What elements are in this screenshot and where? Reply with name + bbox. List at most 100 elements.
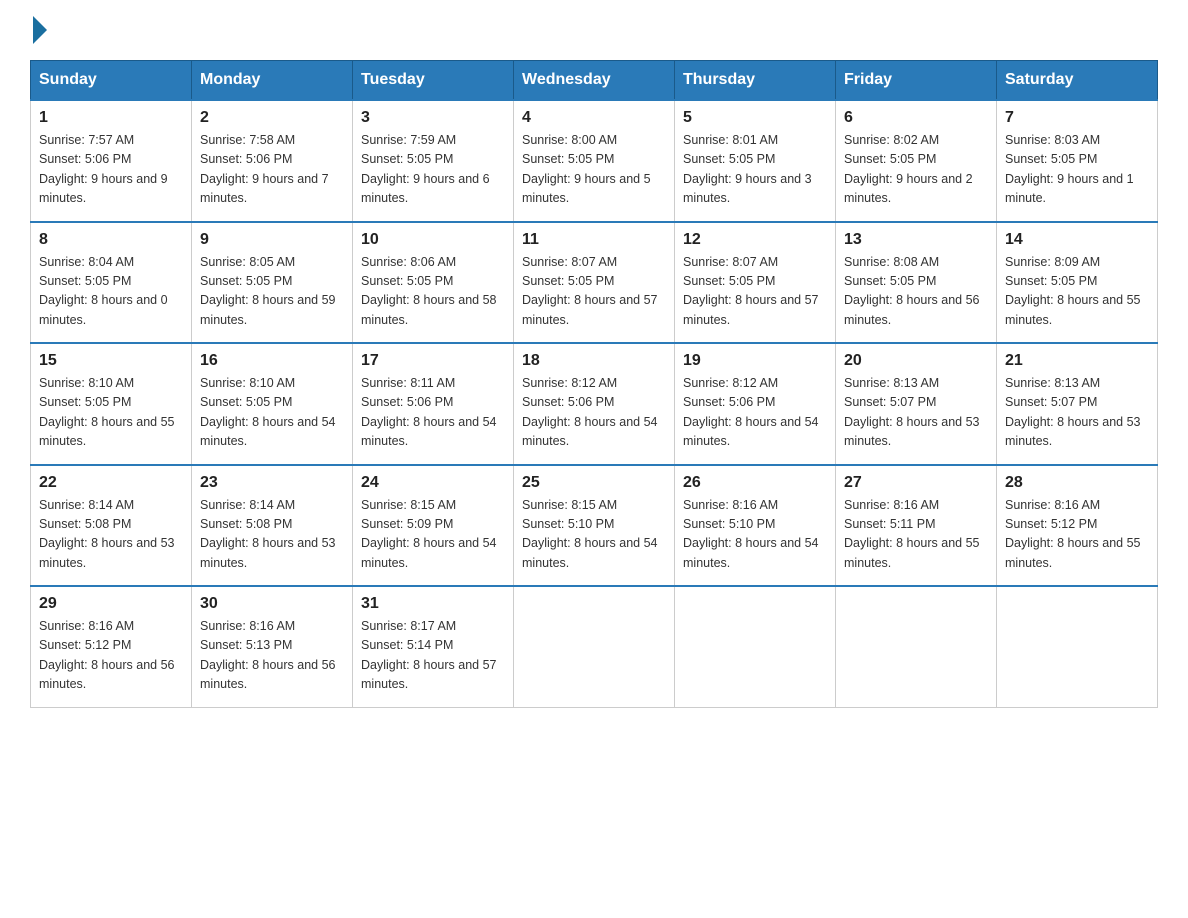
calendar-cell: 19 Sunrise: 8:12 AMSunset: 5:06 PMDaylig… <box>675 343 836 465</box>
logo-arrow-icon <box>33 16 47 44</box>
day-info: Sunrise: 8:07 AMSunset: 5:05 PMDaylight:… <box>522 255 658 327</box>
day-info: Sunrise: 8:03 AMSunset: 5:05 PMDaylight:… <box>1005 133 1134 205</box>
calendar-table: SundayMondayTuesdayWednesdayThursdayFrid… <box>30 60 1158 708</box>
day-number: 1 <box>39 109 183 127</box>
day-number: 24 <box>361 474 505 492</box>
day-number: 12 <box>683 231 827 249</box>
calendar-cell: 9 Sunrise: 8:05 AMSunset: 5:05 PMDayligh… <box>192 222 353 344</box>
calendar-cell: 15 Sunrise: 8:10 AMSunset: 5:05 PMDaylig… <box>31 343 192 465</box>
day-info: Sunrise: 8:15 AMSunset: 5:09 PMDaylight:… <box>361 498 497 570</box>
calendar-cell: 31 Sunrise: 8:17 AMSunset: 5:14 PMDaylig… <box>353 586 514 707</box>
day-number: 22 <box>39 474 183 492</box>
day-of-week-header: Sunday <box>31 61 192 101</box>
calendar-cell: 24 Sunrise: 8:15 AMSunset: 5:09 PMDaylig… <box>353 465 514 587</box>
calendar-week-row: 22 Sunrise: 8:14 AMSunset: 5:08 PMDaylig… <box>31 465 1158 587</box>
day-info: Sunrise: 8:02 AMSunset: 5:05 PMDaylight:… <box>844 133 973 205</box>
day-info: Sunrise: 8:17 AMSunset: 5:14 PMDaylight:… <box>361 619 497 691</box>
day-info: Sunrise: 8:08 AMSunset: 5:05 PMDaylight:… <box>844 255 980 327</box>
day-number: 10 <box>361 231 505 249</box>
day-info: Sunrise: 8:04 AMSunset: 5:05 PMDaylight:… <box>39 255 168 327</box>
calendar-cell <box>675 586 836 707</box>
day-number: 7 <box>1005 109 1149 127</box>
day-number: 15 <box>39 352 183 370</box>
calendar-cell: 3 Sunrise: 7:59 AMSunset: 5:05 PMDayligh… <box>353 100 514 222</box>
day-number: 9 <box>200 231 344 249</box>
day-number: 14 <box>1005 231 1149 249</box>
calendar-cell: 23 Sunrise: 8:14 AMSunset: 5:08 PMDaylig… <box>192 465 353 587</box>
day-info: Sunrise: 8:09 AMSunset: 5:05 PMDaylight:… <box>1005 255 1141 327</box>
calendar-cell: 22 Sunrise: 8:14 AMSunset: 5:08 PMDaylig… <box>31 465 192 587</box>
day-of-week-header: Wednesday <box>514 61 675 101</box>
day-info: Sunrise: 8:14 AMSunset: 5:08 PMDaylight:… <box>200 498 336 570</box>
day-info: Sunrise: 8:00 AMSunset: 5:05 PMDaylight:… <box>522 133 651 205</box>
day-number: 18 <box>522 352 666 370</box>
calendar-cell <box>997 586 1158 707</box>
day-info: Sunrise: 8:13 AMSunset: 5:07 PMDaylight:… <box>1005 376 1141 448</box>
day-info: Sunrise: 8:16 AMSunset: 5:10 PMDaylight:… <box>683 498 819 570</box>
calendar-cell: 30 Sunrise: 8:16 AMSunset: 5:13 PMDaylig… <box>192 586 353 707</box>
calendar-cell: 5 Sunrise: 8:01 AMSunset: 5:05 PMDayligh… <box>675 100 836 222</box>
day-number: 5 <box>683 109 827 127</box>
day-info: Sunrise: 8:12 AMSunset: 5:06 PMDaylight:… <box>522 376 658 448</box>
day-number: 28 <box>1005 474 1149 492</box>
calendar-cell <box>836 586 997 707</box>
day-number: 17 <box>361 352 505 370</box>
calendar-week-row: 8 Sunrise: 8:04 AMSunset: 5:05 PMDayligh… <box>31 222 1158 344</box>
day-info: Sunrise: 7:58 AMSunset: 5:06 PMDaylight:… <box>200 133 329 205</box>
day-info: Sunrise: 8:16 AMSunset: 5:11 PMDaylight:… <box>844 498 980 570</box>
day-number: 13 <box>844 231 988 249</box>
day-info: Sunrise: 8:16 AMSunset: 5:13 PMDaylight:… <box>200 619 336 691</box>
day-number: 21 <box>1005 352 1149 370</box>
day-of-week-header: Thursday <box>675 61 836 101</box>
day-number: 25 <box>522 474 666 492</box>
day-info: Sunrise: 7:57 AMSunset: 5:06 PMDaylight:… <box>39 133 168 205</box>
day-number: 29 <box>39 595 183 613</box>
calendar-cell: 16 Sunrise: 8:10 AMSunset: 5:05 PMDaylig… <box>192 343 353 465</box>
day-info: Sunrise: 8:15 AMSunset: 5:10 PMDaylight:… <box>522 498 658 570</box>
day-info: Sunrise: 8:10 AMSunset: 5:05 PMDaylight:… <box>200 376 336 448</box>
day-info: Sunrise: 8:11 AMSunset: 5:06 PMDaylight:… <box>361 376 497 448</box>
calendar-cell: 2 Sunrise: 7:58 AMSunset: 5:06 PMDayligh… <box>192 100 353 222</box>
day-number: 31 <box>361 595 505 613</box>
calendar-cell: 29 Sunrise: 8:16 AMSunset: 5:12 PMDaylig… <box>31 586 192 707</box>
day-info: Sunrise: 8:10 AMSunset: 5:05 PMDaylight:… <box>39 376 175 448</box>
calendar-cell: 27 Sunrise: 8:16 AMSunset: 5:11 PMDaylig… <box>836 465 997 587</box>
day-number: 27 <box>844 474 988 492</box>
calendar-cell: 20 Sunrise: 8:13 AMSunset: 5:07 PMDaylig… <box>836 343 997 465</box>
calendar-cell: 18 Sunrise: 8:12 AMSunset: 5:06 PMDaylig… <box>514 343 675 465</box>
day-number: 2 <box>200 109 344 127</box>
calendar-cell: 26 Sunrise: 8:16 AMSunset: 5:10 PMDaylig… <box>675 465 836 587</box>
calendar-cell: 14 Sunrise: 8:09 AMSunset: 5:05 PMDaylig… <box>997 222 1158 344</box>
calendar-cell: 4 Sunrise: 8:00 AMSunset: 5:05 PMDayligh… <box>514 100 675 222</box>
calendar-cell: 7 Sunrise: 8:03 AMSunset: 5:05 PMDayligh… <box>997 100 1158 222</box>
calendar-cell: 28 Sunrise: 8:16 AMSunset: 5:12 PMDaylig… <box>997 465 1158 587</box>
day-number: 19 <box>683 352 827 370</box>
day-number: 20 <box>844 352 988 370</box>
calendar-cell: 17 Sunrise: 8:11 AMSunset: 5:06 PMDaylig… <box>353 343 514 465</box>
calendar-cell: 10 Sunrise: 8:06 AMSunset: 5:05 PMDaylig… <box>353 222 514 344</box>
day-number: 4 <box>522 109 666 127</box>
calendar-cell: 8 Sunrise: 8:04 AMSunset: 5:05 PMDayligh… <box>31 222 192 344</box>
page-header <box>30 20 1158 40</box>
day-number: 26 <box>683 474 827 492</box>
logo <box>30 20 47 40</box>
day-of-week-header: Saturday <box>997 61 1158 101</box>
calendar-cell: 21 Sunrise: 8:13 AMSunset: 5:07 PMDaylig… <box>997 343 1158 465</box>
day-info: Sunrise: 8:07 AMSunset: 5:05 PMDaylight:… <box>683 255 819 327</box>
calendar-cell: 12 Sunrise: 8:07 AMSunset: 5:05 PMDaylig… <box>675 222 836 344</box>
day-number: 30 <box>200 595 344 613</box>
day-info: Sunrise: 8:14 AMSunset: 5:08 PMDaylight:… <box>39 498 175 570</box>
day-number: 11 <box>522 231 666 249</box>
day-of-week-header: Monday <box>192 61 353 101</box>
calendar-cell: 6 Sunrise: 8:02 AMSunset: 5:05 PMDayligh… <box>836 100 997 222</box>
calendar-week-row: 15 Sunrise: 8:10 AMSunset: 5:05 PMDaylig… <box>31 343 1158 465</box>
day-number: 16 <box>200 352 344 370</box>
day-info: Sunrise: 7:59 AMSunset: 5:05 PMDaylight:… <box>361 133 490 205</box>
day-info: Sunrise: 8:16 AMSunset: 5:12 PMDaylight:… <box>39 619 175 691</box>
calendar-cell <box>514 586 675 707</box>
day-info: Sunrise: 8:13 AMSunset: 5:07 PMDaylight:… <box>844 376 980 448</box>
calendar-week-row: 29 Sunrise: 8:16 AMSunset: 5:12 PMDaylig… <box>31 586 1158 707</box>
day-info: Sunrise: 8:06 AMSunset: 5:05 PMDaylight:… <box>361 255 497 327</box>
calendar-header-row: SundayMondayTuesdayWednesdayThursdayFrid… <box>31 61 1158 101</box>
calendar-cell: 11 Sunrise: 8:07 AMSunset: 5:05 PMDaylig… <box>514 222 675 344</box>
